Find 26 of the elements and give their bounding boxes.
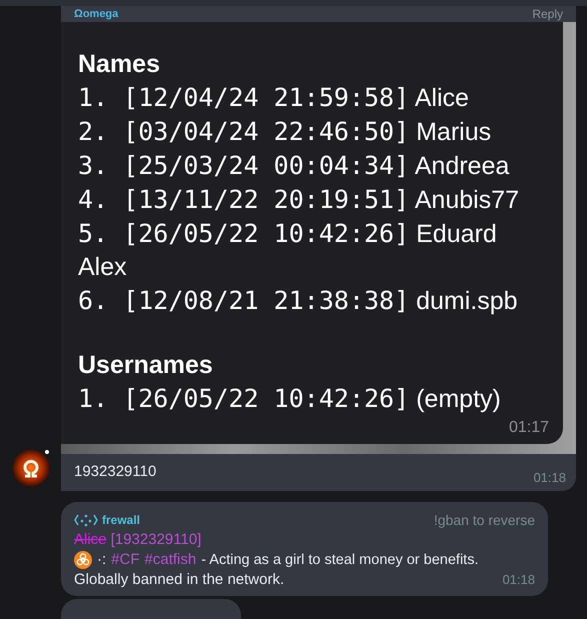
entry-line: 2. [03/04/24 22:46:50] Marius bbox=[78, 116, 492, 148]
reply-button[interactable]: Reply bbox=[532, 8, 563, 20]
entry-line: 1. [12/04/24 21:59:58] Alice bbox=[78, 82, 470, 114]
user-name[interactable]: Alice bbox=[74, 531, 107, 548]
sender-name[interactable]: frewall bbox=[102, 510, 140, 530]
message-time: 01:18 bbox=[502, 571, 535, 589]
hashtag-link[interactable]: #catfish bbox=[144, 550, 196, 570]
separator-text: ·: bbox=[97, 550, 106, 570]
section-title: Usernames bbox=[78, 350, 214, 381]
entry-line: 3. [25/03/24 00:04:34] Andreea bbox=[78, 150, 510, 182]
entry-line: 1. [26/05/22 10:42:26] (empty) bbox=[78, 383, 502, 415]
message-time: 01:17 bbox=[508, 418, 549, 438]
entry-line: 6. [12/08/21 21:38:38] dumi.spb bbox=[78, 285, 519, 317]
section-title: Names bbox=[78, 49, 161, 80]
ban-reason: - Acting as a girl to steal money or benefits. bbox=[201, 551, 478, 570]
logo-icon bbox=[74, 513, 98, 527]
ban-note: Globally banned in the network. bbox=[74, 570, 284, 590]
hint-text: !gban to reverse bbox=[434, 511, 535, 530]
avatar-icon[interactable] bbox=[12, 449, 50, 487]
user-id: [1932329110] bbox=[110, 531, 202, 548]
caption-text: 1932329110 bbox=[74, 462, 156, 482]
message-time: 01:18 bbox=[533, 468, 566, 486]
entry-line: 4. [13/11/22 20:19:51] Anubis77 bbox=[78, 184, 520, 216]
reply-sender: Ωomega bbox=[74, 8, 118, 20]
biohazard-icon bbox=[74, 551, 92, 569]
hashtag-link[interactable]: #CF bbox=[111, 550, 140, 570]
